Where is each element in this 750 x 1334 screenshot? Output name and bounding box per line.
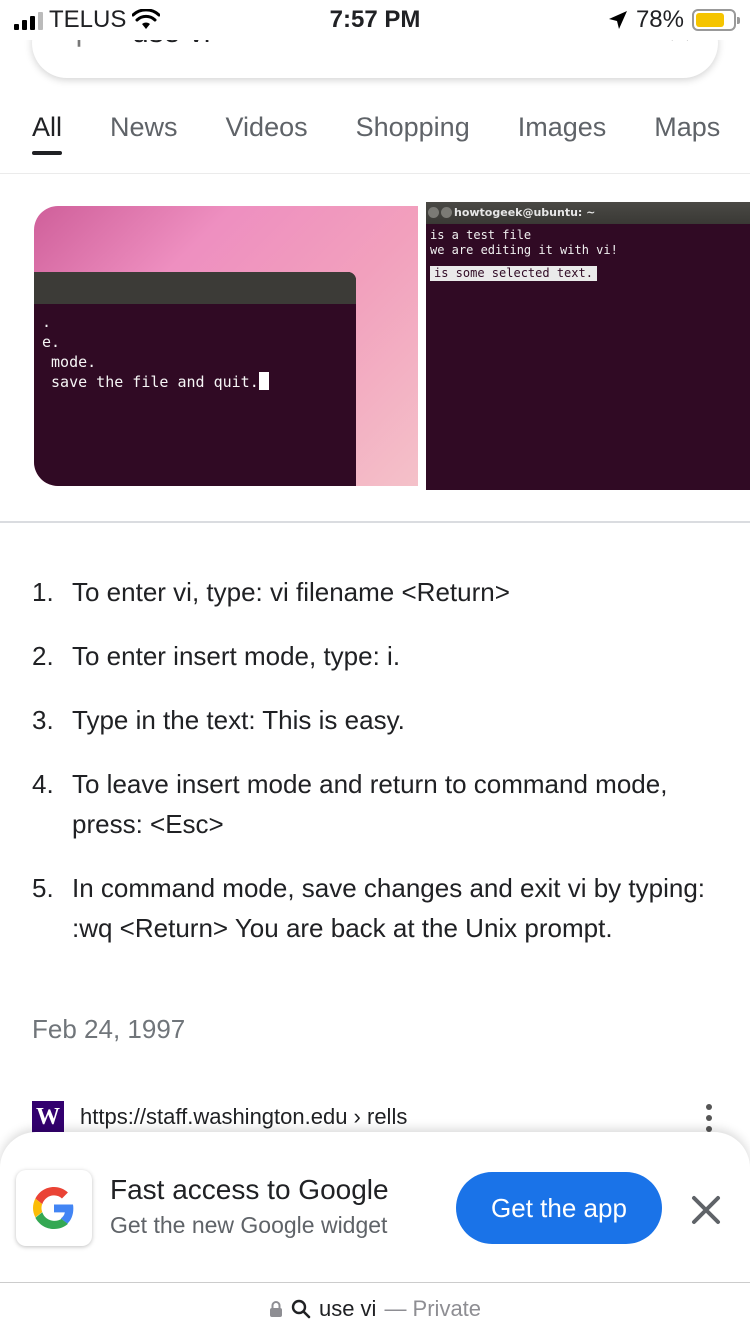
terminal-line: is a test file: [430, 228, 532, 242]
featured-snippet-steps: 1. To enter vi, type: vi filename <Return…: [32, 572, 712, 972]
terminal-titlebar: [34, 272, 356, 304]
status-bar: TELUS 7:57 PM 78%: [0, 0, 750, 40]
more-options-icon[interactable]: [706, 1104, 712, 1132]
tab-shopping[interactable]: Shopping: [332, 90, 494, 173]
google-logo-icon: [16, 1170, 92, 1246]
status-right: 78%: [608, 6, 740, 34]
tab-images[interactable]: Images: [494, 90, 631, 173]
terminal-line: we are editing it with vi!: [430, 243, 618, 257]
terminal-line: .: [42, 313, 52, 331]
get-the-app-button[interactable]: Get the app: [456, 1172, 662, 1244]
step-item: 2. To enter insert mode, type: i.: [32, 636, 712, 676]
terminal-line: mode.: [42, 353, 97, 371]
terminal-text: . e. mode. save the file and quit.: [34, 304, 356, 400]
terminal-titlebar: howtogeek@ubuntu: ~: [426, 202, 750, 224]
terminal-title: howtogeek@ubuntu: ~: [454, 206, 596, 219]
step-number: 4.: [32, 769, 54, 799]
tab-videos[interactable]: Videos: [202, 90, 332, 173]
snippet-date: Feb 24, 1997: [32, 1014, 186, 1044]
battery-icon: [692, 9, 740, 31]
result-source[interactable]: W https://staff.washington.edu › rells: [32, 1100, 722, 1134]
step-number: 2.: [32, 641, 54, 671]
source-url[interactable]: https://staff.washington.edu › rells: [80, 1104, 407, 1130]
step-item: 3. Type in the text: This is easy.: [32, 700, 712, 740]
step-text: Type in the text: This is easy.: [72, 705, 405, 735]
terminal-line: save the file and quit.: [42, 373, 259, 391]
step-text: To leave insert mode and return to comma…: [72, 769, 668, 839]
step-item: 5. In command mode, save changes and exit…: [32, 868, 712, 948]
address-query: use vi: [318, 1295, 377, 1321]
app-promo-sheet: Fast access to Google Get the new Google…: [0, 1132, 750, 1282]
battery-level: [696, 13, 725, 27]
tab-maps[interactable]: Maps: [630, 90, 744, 173]
tab-all[interactable]: All: [0, 90, 86, 173]
window-buttons: [428, 207, 452, 218]
step-text: To enter vi, type: vi filename <Return>: [72, 577, 510, 607]
step-text: To enter insert mode, type: i.: [72, 641, 401, 671]
safari-address-bar[interactable]: use vi — Private: [0, 1282, 750, 1334]
browsing-mode: — Private: [384, 1295, 482, 1321]
step-number: 5.: [32, 873, 54, 903]
step-number: 3.: [32, 705, 54, 735]
terminal-line: e.: [42, 333, 61, 351]
terminal-screenshot-right[interactable]: howtogeek@ubuntu: ~ is a test file we ar…: [426, 202, 750, 490]
selected-text: is some selected text.: [430, 266, 597, 281]
step-text: In command mode, save changes and exit v…: [72, 873, 706, 943]
image-results: . e. mode. save the file and quit. howto…: [0, 202, 750, 492]
lock-icon: [269, 1300, 282, 1317]
search-icon: [291, 1299, 311, 1318]
terminal-text: is a test file we are editing it with vi…: [426, 224, 750, 285]
terminal-window: . e. mode. save the file and quit.: [34, 272, 356, 486]
favicon: W: [32, 1101, 64, 1133]
divider: [0, 521, 750, 523]
step-number: 1.: [32, 577, 54, 607]
promo-subtitle: Get the new Google widget: [110, 1212, 388, 1238]
battery-percent: 78%: [635, 6, 684, 33]
tab-news[interactable]: News: [86, 90, 202, 173]
step-item: 4. To leave insert mode and return to com…: [32, 764, 712, 844]
close-icon[interactable]: [684, 1188, 728, 1232]
terminal-screenshot-left[interactable]: . e. mode. save the file and quit.: [34, 206, 418, 486]
promo-title: Fast access to Google: [110, 1174, 389, 1205]
text-cursor: [258, 372, 269, 390]
search-tabs: All News Videos Shopping Images Maps: [0, 90, 750, 174]
step-item: 1. To enter vi, type: vi filename <Return…: [32, 572, 712, 612]
location-arrow-icon: [608, 11, 627, 29]
